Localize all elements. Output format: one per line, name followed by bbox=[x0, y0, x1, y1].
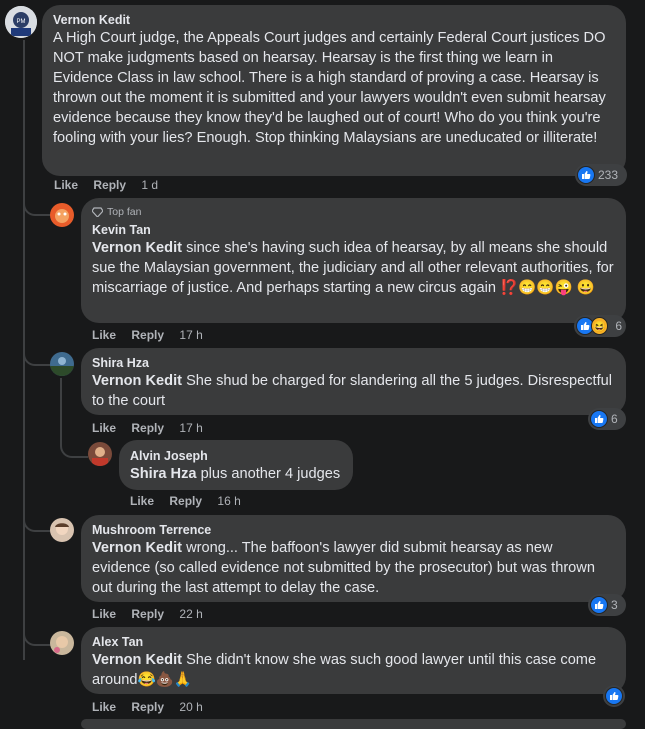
reply-button[interactable]: Reply bbox=[131, 328, 164, 342]
reaction-count[interactable]: 233 bbox=[575, 164, 627, 186]
reply-button[interactable]: Reply bbox=[131, 607, 164, 621]
reaction-count[interactable]: 6 bbox=[588, 408, 626, 430]
top-fan-badge: Top fan bbox=[92, 205, 615, 219]
diamond-icon bbox=[92, 207, 103, 217]
comment-author[interactable]: Kevin Tan bbox=[92, 222, 615, 238]
timestamp[interactable]: 16 h bbox=[217, 494, 240, 508]
comment-actions: Like Reply 1 d bbox=[54, 178, 170, 192]
avatar[interactable] bbox=[50, 352, 74, 376]
comment-bubble: Vernon Kedit A High Court judge, the App… bbox=[42, 5, 626, 176]
like-reaction-icon bbox=[605, 687, 623, 705]
comment-text: A High Court judge, the Appeals Court ju… bbox=[53, 30, 606, 146]
reaction-count[interactable]: 3 bbox=[588, 594, 626, 616]
avatar[interactable] bbox=[50, 518, 74, 542]
comment-actions: Like Reply 20 h bbox=[92, 700, 215, 714]
like-reaction-icon bbox=[577, 166, 595, 184]
mention-link[interactable]: Vernon Kedit bbox=[92, 540, 182, 556]
comment-bubble-partial bbox=[81, 719, 626, 729]
avatar[interactable] bbox=[88, 442, 112, 466]
like-button[interactable]: Like bbox=[92, 700, 116, 714]
comment-author[interactable]: Shira Hza bbox=[92, 355, 615, 371]
mention-link[interactable]: Vernon Kedit bbox=[92, 652, 182, 668]
haha-reaction-icon: 😆 bbox=[590, 317, 609, 335]
mention-link[interactable]: Shira Hza bbox=[130, 466, 197, 482]
comment-bubble: Shira Hza Vernon Kedit She shud be charg… bbox=[81, 348, 626, 415]
comment-actions: Like Reply 16 h bbox=[130, 494, 253, 508]
comment-author[interactable]: Alex Tan bbox=[92, 634, 615, 650]
timestamp[interactable]: 17 h bbox=[179, 421, 202, 435]
like-button[interactable]: Like bbox=[92, 421, 116, 435]
like-reaction-icon bbox=[590, 410, 608, 428]
reply-button[interactable]: Reply bbox=[169, 494, 202, 508]
thread-connector bbox=[23, 500, 51, 532]
reply-button[interactable]: Reply bbox=[93, 178, 126, 192]
mention-link[interactable]: Vernon Kedit bbox=[92, 240, 182, 256]
timestamp[interactable]: 17 h bbox=[179, 328, 202, 342]
comment-bubble: Mushroom Terrence Vernon Kedit wrong... … bbox=[81, 515, 626, 602]
reply-button[interactable]: Reply bbox=[131, 700, 164, 714]
comment-bubble: Top fan Kevin Tan Vernon Kedit since she… bbox=[81, 198, 626, 323]
timestamp[interactable]: 22 h bbox=[179, 607, 202, 621]
avatar[interactable]: PM bbox=[5, 6, 37, 38]
like-button[interactable]: Like bbox=[54, 178, 78, 192]
avatar[interactable] bbox=[50, 631, 74, 655]
comment-author[interactable]: Mushroom Terrence bbox=[92, 522, 615, 538]
like-reaction-icon bbox=[590, 596, 608, 614]
comment-text: Shira Hza plus another 4 judges bbox=[130, 466, 341, 482]
avatar[interactable] bbox=[50, 203, 74, 227]
like-button[interactable]: Like bbox=[92, 328, 116, 342]
comment-text: Vernon Kedit She shud be charged for sla… bbox=[92, 373, 612, 409]
comment-bubble: Alvin Joseph Shira Hza plus another 4 ju… bbox=[119, 440, 353, 490]
timestamp[interactable]: 1 d bbox=[141, 178, 158, 192]
comment-actions: Like Reply 17 h bbox=[92, 421, 215, 435]
comment-author[interactable]: Alvin Joseph bbox=[130, 448, 342, 464]
comment-text: Vernon Kedit She didn't know she was suc… bbox=[92, 652, 597, 688]
comment-text: Vernon Kedit wrong... The baffoon's lawy… bbox=[92, 540, 595, 596]
comment-bubble: Alex Tan Vernon Kedit She didn't know sh… bbox=[81, 627, 626, 694]
comment-actions: Like Reply 17 h bbox=[92, 328, 215, 342]
like-button[interactable]: Like bbox=[130, 494, 154, 508]
thread-connector bbox=[60, 432, 88, 458]
reply-button[interactable]: Reply bbox=[131, 421, 164, 435]
comment-author[interactable]: Vernon Kedit bbox=[53, 12, 615, 28]
mention-link[interactable]: Vernon Kedit bbox=[92, 373, 182, 389]
thread-connector bbox=[23, 330, 51, 366]
thread-line bbox=[60, 378, 62, 438]
thread-connector bbox=[23, 620, 51, 646]
svg-text:PM: PM bbox=[17, 19, 26, 25]
reaction-count[interactable]: 😆 6 bbox=[574, 315, 626, 337]
like-button[interactable]: Like bbox=[92, 607, 116, 621]
thread-connector bbox=[23, 190, 51, 216]
timestamp[interactable]: 20 h bbox=[179, 700, 202, 714]
comment-actions: Like Reply 22 h bbox=[92, 607, 215, 621]
reaction-count[interactable] bbox=[603, 685, 625, 707]
comment-text: Vernon Kedit since she's having such ide… bbox=[92, 240, 614, 296]
